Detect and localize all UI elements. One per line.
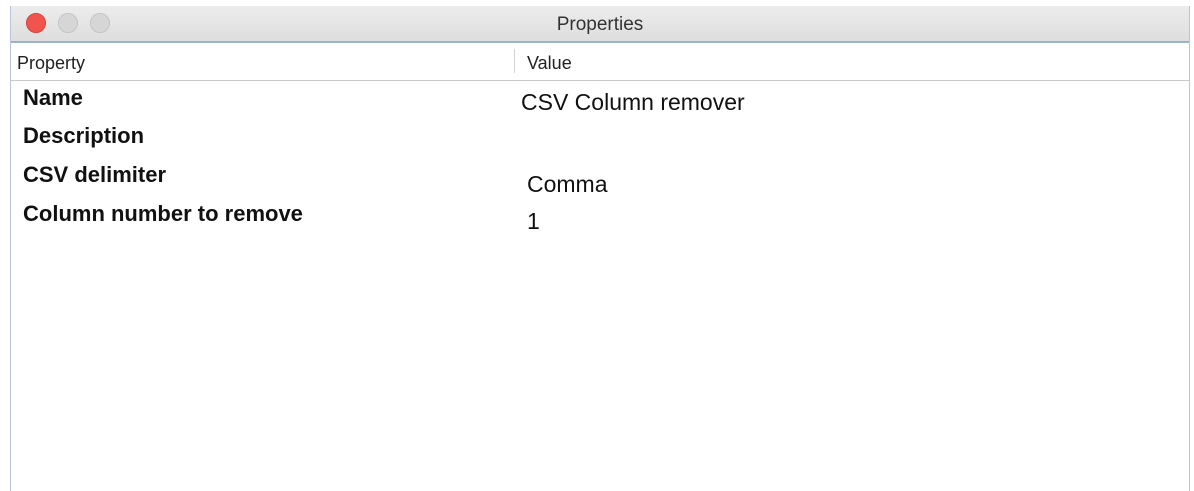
- property-value-cell[interactable]: 1: [527, 208, 540, 235]
- property-value-cell[interactable]: CSV Column remover: [521, 89, 745, 116]
- property-name-cell: Name: [23, 85, 83, 110]
- table-row[interactable]: Name CSV Column remover: [11, 81, 1189, 120]
- property-name-cell: Column number to remove: [23, 201, 303, 226]
- column-divider[interactable]: [514, 49, 515, 73]
- table-header: Property Value: [11, 43, 1189, 81]
- title-bar[interactable]: Properties: [11, 6, 1189, 43]
- table-row[interactable]: CSV delimiter Comma: [11, 159, 1189, 198]
- properties-window: Properties Property Value Name CSV Colum…: [10, 6, 1190, 491]
- table-row[interactable]: Column number to remove 1: [11, 198, 1189, 237]
- table-row[interactable]: Description: [11, 120, 1189, 159]
- property-value-cell[interactable]: Comma: [527, 171, 608, 198]
- window-title: Properties: [556, 14, 644, 35]
- property-name-cell: Description: [23, 123, 145, 148]
- property-table-body: Name CSV Column remover Description CSV …: [11, 81, 1189, 237]
- property-name-cell: CSV delimiter: [23, 162, 167, 187]
- column-header-property[interactable]: Property: [17, 53, 85, 74]
- column-header-value[interactable]: Value: [527, 53, 572, 74]
